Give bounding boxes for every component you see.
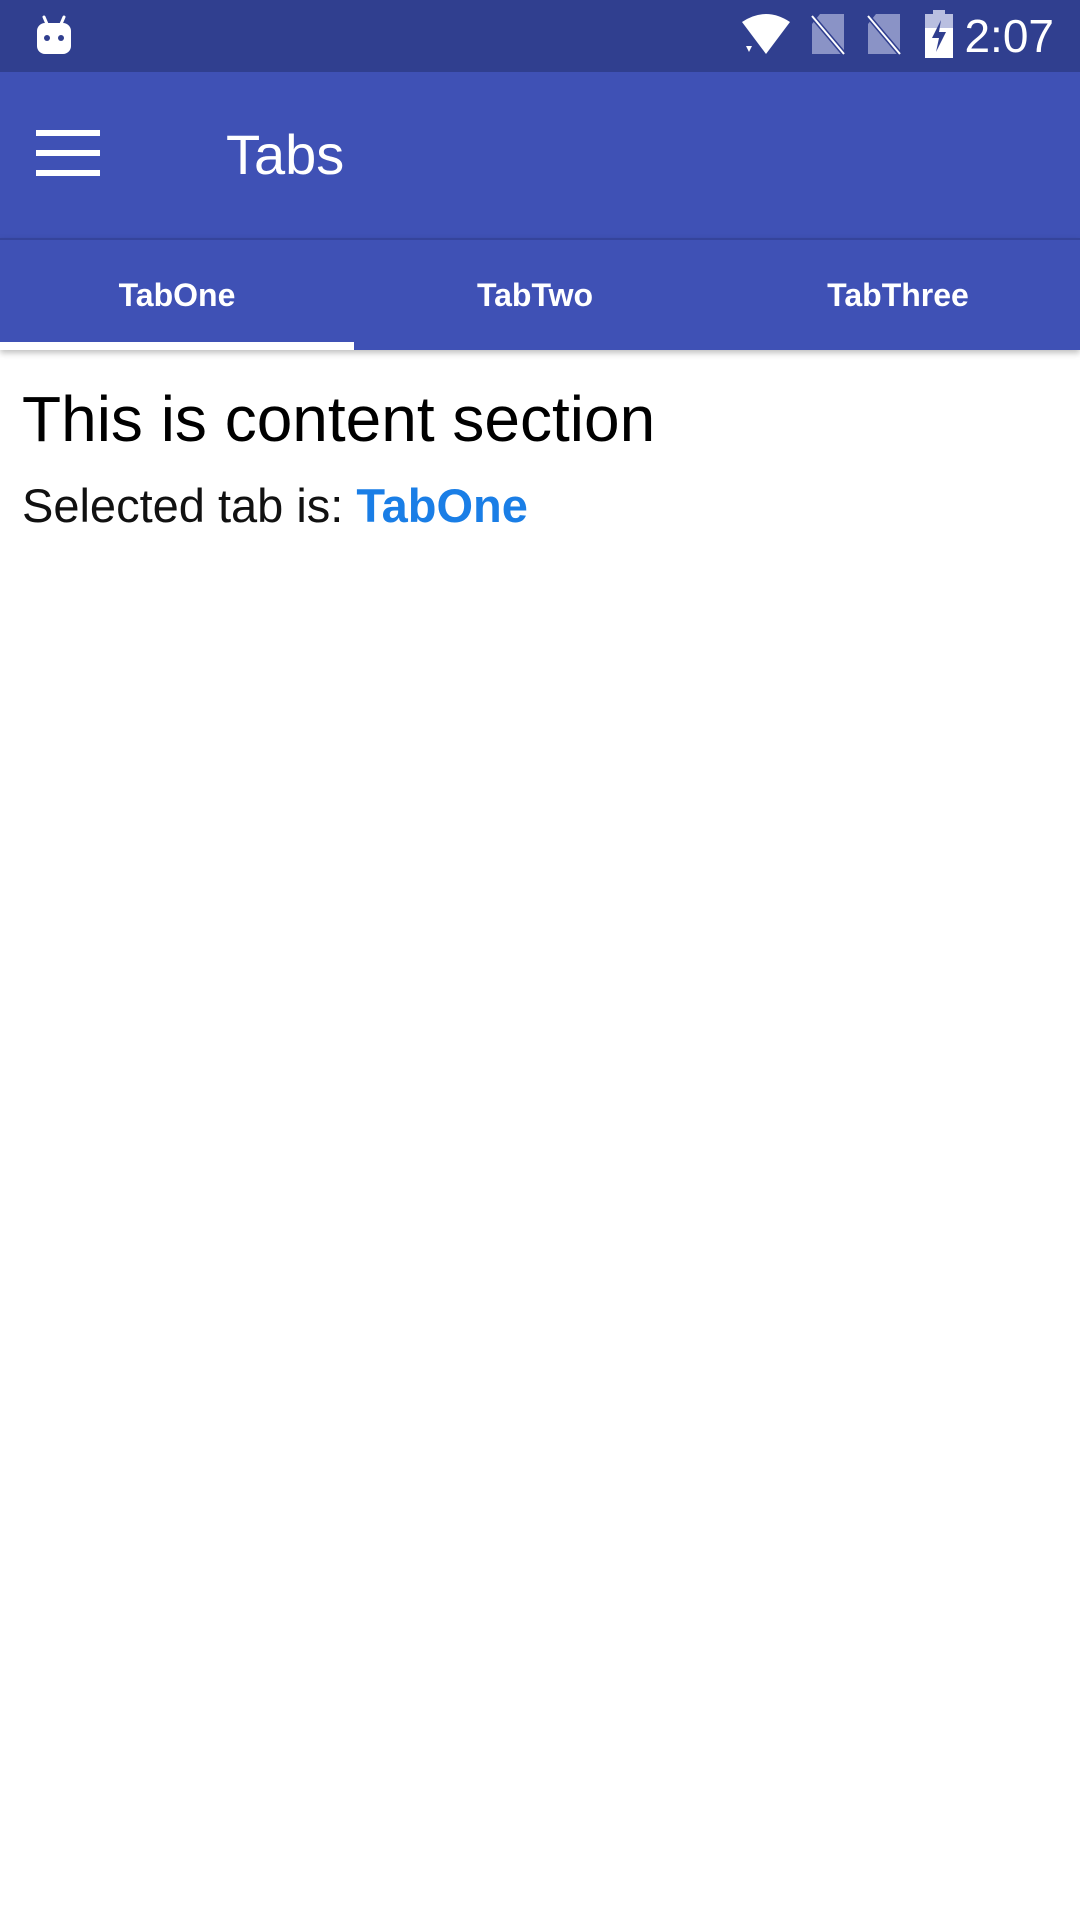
hamburger-menu-icon xyxy=(36,129,100,181)
selected-tab-value: TabOne xyxy=(356,479,528,532)
wifi-icon xyxy=(740,12,792,61)
tab-three[interactable]: TabThree xyxy=(716,240,1080,350)
android-app-icon xyxy=(34,14,74,56)
page-title: Tabs xyxy=(226,123,345,186)
content-section: This is content section Selected tab is:… xyxy=(22,382,1058,536)
selected-tab-indicator xyxy=(0,342,354,350)
battery-charging-icon xyxy=(924,9,954,63)
tab-label: TabOne xyxy=(118,276,236,313)
tab-label: TabTwo xyxy=(476,276,594,313)
selected-tab-line: Selected tab is: TabOne xyxy=(22,476,1058,536)
tab-bar: TabOne TabTwo TabThree xyxy=(0,238,1080,350)
status-time: 2:07 xyxy=(964,10,1054,62)
tab-one[interactable]: TabOne xyxy=(0,240,354,350)
status-icons: 2:07 xyxy=(740,0,1080,72)
menu-button[interactable] xyxy=(20,117,116,193)
selected-tab-prefix: Selected tab is: xyxy=(22,479,344,532)
app-bar: Tabs xyxy=(0,72,1080,238)
tab-label: TabThree xyxy=(827,276,969,313)
status-bar: 2:07 xyxy=(0,0,1080,72)
content-title: This is content section xyxy=(22,383,656,455)
no-sim-icon xyxy=(866,12,903,61)
no-sim-icon xyxy=(810,12,847,61)
tab-two[interactable]: TabTwo xyxy=(354,240,716,350)
